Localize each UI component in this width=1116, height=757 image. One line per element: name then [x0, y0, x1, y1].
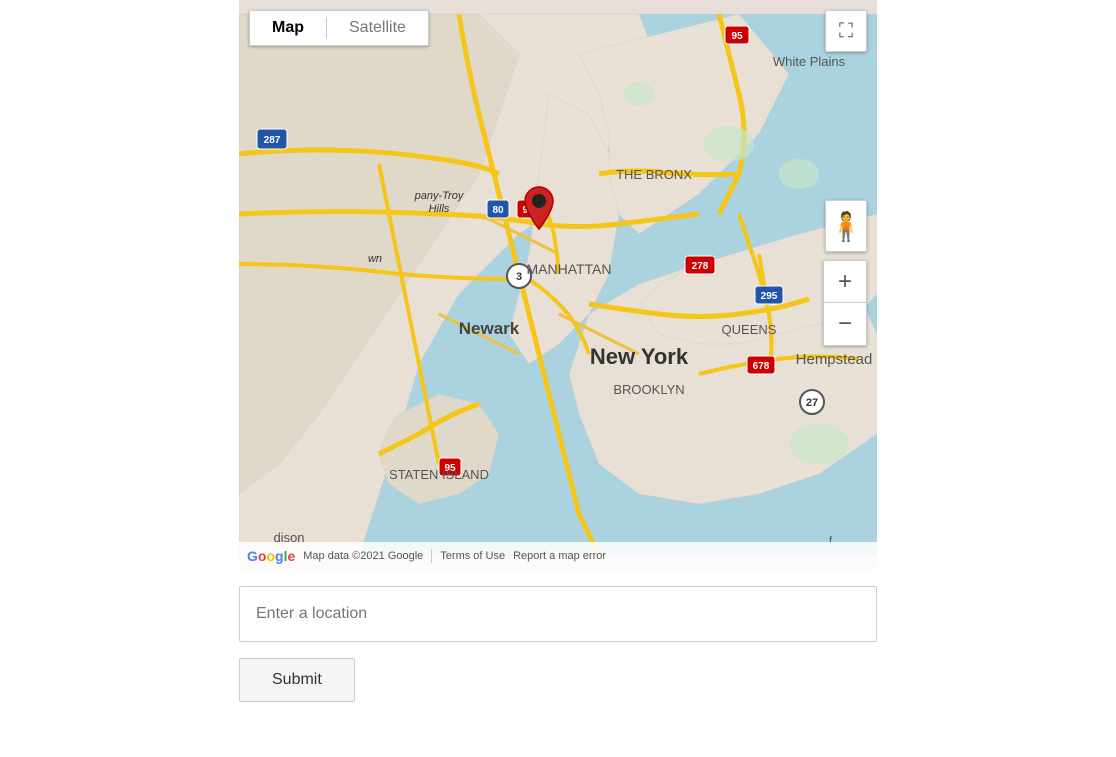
svg-text:White Plains: White Plains — [773, 54, 846, 69]
svg-text:27: 27 — [806, 397, 818, 409]
fullscreen-icon: ⛶ — [839, 20, 853, 43]
svg-text:Hempstead: Hempstead — [796, 351, 873, 368]
zoom-controls: + − — [823, 260, 867, 346]
google-logo: Google — [247, 548, 295, 564]
map-marker — [521, 185, 557, 236]
location-input-wrapper — [239, 586, 877, 642]
svg-text:80: 80 — [492, 205, 504, 216]
map-wrapper: 287 95 80 95 3 278 — [239, 0, 877, 570]
svg-text:287: 287 — [264, 135, 281, 146]
submit-button-wrapper: Submit — [239, 658, 877, 702]
svg-text:wn: wn — [368, 253, 382, 265]
map-svg: 287 95 80 95 3 278 — [239, 0, 877, 570]
svg-text:678: 678 — [753, 361, 770, 372]
map-area: 287 95 80 95 3 278 — [239, 0, 877, 570]
footer-separator — [431, 549, 432, 563]
map-type-map-button[interactable]: Map — [250, 11, 326, 45]
zoom-out-button[interactable]: − — [824, 303, 866, 345]
google-g: G — [247, 548, 258, 564]
map-type-satellite-button[interactable]: Satellite — [327, 11, 428, 45]
map-copyright: Map data ©2021 Google — [303, 550, 423, 562]
street-view-person-icon: 🧍 — [829, 210, 864, 243]
svg-text:Hills: Hills — [429, 203, 450, 215]
page-container: 287 95 80 95 3 278 — [0, 0, 1116, 702]
svg-text:95: 95 — [731, 31, 743, 42]
svg-text:Newark: Newark — [459, 319, 520, 338]
svg-text:BROOKLYN: BROOKLYN — [613, 382, 684, 397]
google-e: e — [287, 548, 295, 564]
svg-text:3: 3 — [516, 271, 522, 283]
terms-of-use-link[interactable]: Terms of Use — [440, 550, 505, 562]
svg-text:New York: New York — [590, 344, 689, 369]
svg-text:295: 295 — [761, 291, 778, 302]
google-o2: o — [266, 548, 275, 564]
map-type-controls: Map Satellite — [249, 10, 429, 46]
google-g2: g — [275, 548, 284, 564]
map-report-link[interactable]: Report a map error — [513, 550, 606, 562]
fullscreen-button[interactable]: ⛶ — [825, 10, 867, 52]
svg-text:pany-Troy: pany-Troy — [414, 190, 465, 202]
svg-text:278: 278 — [692, 261, 709, 272]
street-view-button[interactable]: 🧍 — [825, 200, 867, 252]
svg-text:STATEN ISLAND: STATEN ISLAND — [389, 467, 489, 482]
location-input[interactable] — [239, 586, 877, 642]
zoom-in-button[interactable]: + — [824, 261, 866, 303]
map-footer: Google Map data ©2021 Google Terms of Us… — [239, 542, 877, 570]
svg-text:QUEENS: QUEENS — [722, 322, 777, 337]
google-o1: o — [258, 548, 267, 564]
submit-button[interactable]: Submit — [239, 658, 355, 702]
svg-text:THE BRONX: THE BRONX — [616, 167, 692, 182]
svg-text:MANHATTAN: MANHATTAN — [526, 261, 611, 277]
